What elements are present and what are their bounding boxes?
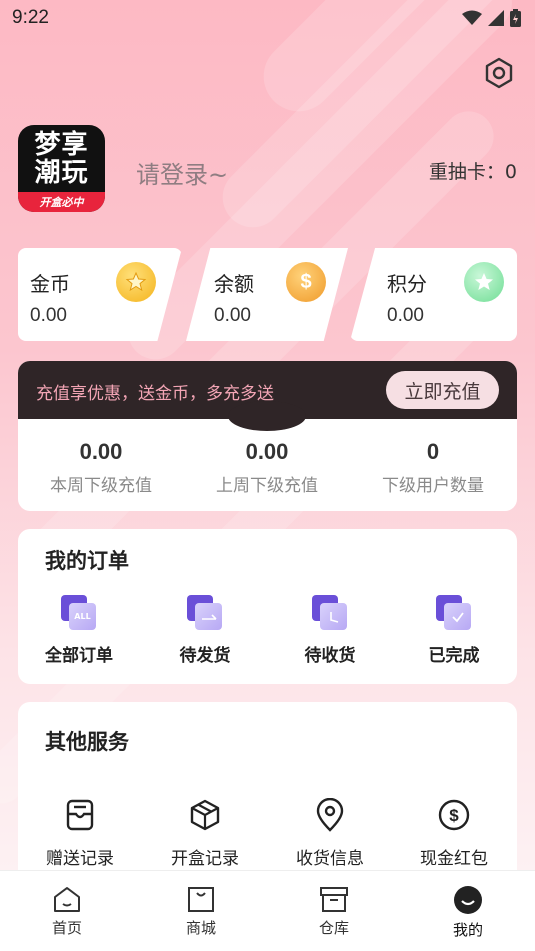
orders-panel: 我的订单 ALL 全部订单 待发货 待收货 已完成: [18, 529, 517, 684]
order-label: 待收货: [304, 646, 356, 666]
recharge-promo-text: 充值享优惠，送金币，多充多送: [36, 384, 274, 404]
redraw-card-count: 重抽卡：0: [428, 161, 517, 183]
completed-icon: [436, 595, 472, 631]
service-label: 开盒记录: [171, 849, 239, 869]
service-label: 现金红包: [420, 849, 488, 869]
orders-title: 我的订单: [45, 549, 129, 573]
cash-redpacket-icon: $: [438, 799, 470, 831]
order-label: 待发货: [179, 646, 231, 666]
status-time: 9:22: [12, 7, 49, 28]
service-shipping-info[interactable]: 收货信息: [275, 798, 385, 869]
stat-label: 下级用户数量: [382, 476, 484, 496]
service-label: 收货信息: [296, 849, 364, 869]
wallet-value: 0.00: [214, 305, 251, 326]
pending-receive-icon: [312, 595, 348, 631]
gift-record-icon: [66, 799, 94, 831]
order-pending-ship[interactable]: 待发货: [155, 595, 255, 666]
service-box-record[interactable]: 开盒记录: [150, 798, 260, 869]
settings-button[interactable]: [480, 54, 518, 92]
stat-user-count: 0 下级用户数量: [350, 439, 516, 496]
order-pending-receive[interactable]: 待收货: [280, 595, 380, 666]
stat-label: 本周下级充值: [50, 476, 152, 496]
services-title: 其他服务: [45, 730, 129, 754]
svg-text:$: $: [449, 806, 459, 825]
order-all[interactable]: ALL 全部订单: [29, 595, 129, 666]
logo-line2: 潮玩: [34, 158, 89, 188]
stat-last-week: 0.00 上周下级充值: [184, 439, 350, 496]
tab-home[interactable]: 首页: [22, 885, 112, 938]
logo-tag: 开盒必中: [18, 192, 105, 212]
tab-profile[interactable]: 我的: [423, 885, 513, 940]
signal-icon: [488, 10, 504, 26]
order-label: 已完成: [428, 646, 480, 666]
bottom-tab-bar: 首页 商城 仓库 我的: [0, 870, 535, 951]
service-label: 赠送记录: [46, 849, 114, 869]
stat-label: 上周下级充值: [216, 476, 318, 496]
wallet-value: 0.00: [387, 305, 424, 326]
order-label: 全部订单: [45, 646, 113, 666]
status-icons: [462, 9, 521, 27]
stat-value: 0.00: [245, 439, 289, 464]
profile-icon: [454, 886, 482, 914]
status-bar: 9:22: [0, 0, 535, 36]
stat-this-week: 0.00 本周下级充值: [18, 439, 184, 496]
wallet-label: 金币: [30, 272, 70, 296]
gold-coin-icon: [116, 262, 156, 302]
stat-value: 0: [426, 439, 440, 464]
wallet-card-gold[interactable]: 金币 0.00: [18, 248, 182, 341]
wallet-card-points[interactable]: 积分 0.00: [350, 248, 517, 341]
wallet-card-balance[interactable]: 余额 0.00 $: [186, 248, 348, 341]
wallet-value: 0.00: [30, 305, 67, 326]
wallet-label: 余额: [214, 272, 254, 296]
tab-label: 商城: [185, 919, 216, 937]
wallet-label: 积分: [387, 272, 427, 296]
wifi-icon: [462, 10, 482, 25]
warehouse-icon: [320, 887, 348, 912]
login-prompt[interactable]: 请登录~: [136, 155, 228, 190]
tab-label: 我的: [452, 921, 483, 939]
logo-line1: 梦享: [34, 130, 89, 160]
tab-warehouse[interactable]: 仓库: [289, 885, 379, 938]
location-icon: [316, 798, 344, 832]
balance-coin-icon: $: [286, 262, 326, 302]
pending-ship-icon: [187, 595, 223, 631]
shop-bag-icon: [188, 887, 214, 912]
points-star-icon: [464, 262, 504, 302]
home-icon: [54, 887, 80, 912]
stat-value: 0.00: [79, 439, 123, 464]
tab-label: 仓库: [318, 919, 349, 937]
service-cash-redpacket[interactable]: $ 现金红包: [399, 798, 509, 869]
order-completed[interactable]: 已完成: [404, 595, 504, 666]
all-orders-icon: ALL: [61, 595, 97, 631]
settings-hexagon-icon: [485, 57, 513, 89]
tab-label: 首页: [51, 919, 82, 937]
recharge-panel: 充值享优惠，送金币，多充多送 立即充值 0.00 本周下级充值 0.00 上周下…: [18, 361, 517, 511]
battery-icon: [510, 9, 521, 27]
tab-shop[interactable]: 商城: [156, 885, 246, 938]
app-logo: 梦享 潮玩 开盒必中: [18, 125, 105, 212]
box-record-icon: [190, 799, 220, 831]
service-gift-record[interactable]: 赠送记录: [25, 798, 135, 869]
recharge-now-button[interactable]: 立即充值: [386, 371, 499, 409]
